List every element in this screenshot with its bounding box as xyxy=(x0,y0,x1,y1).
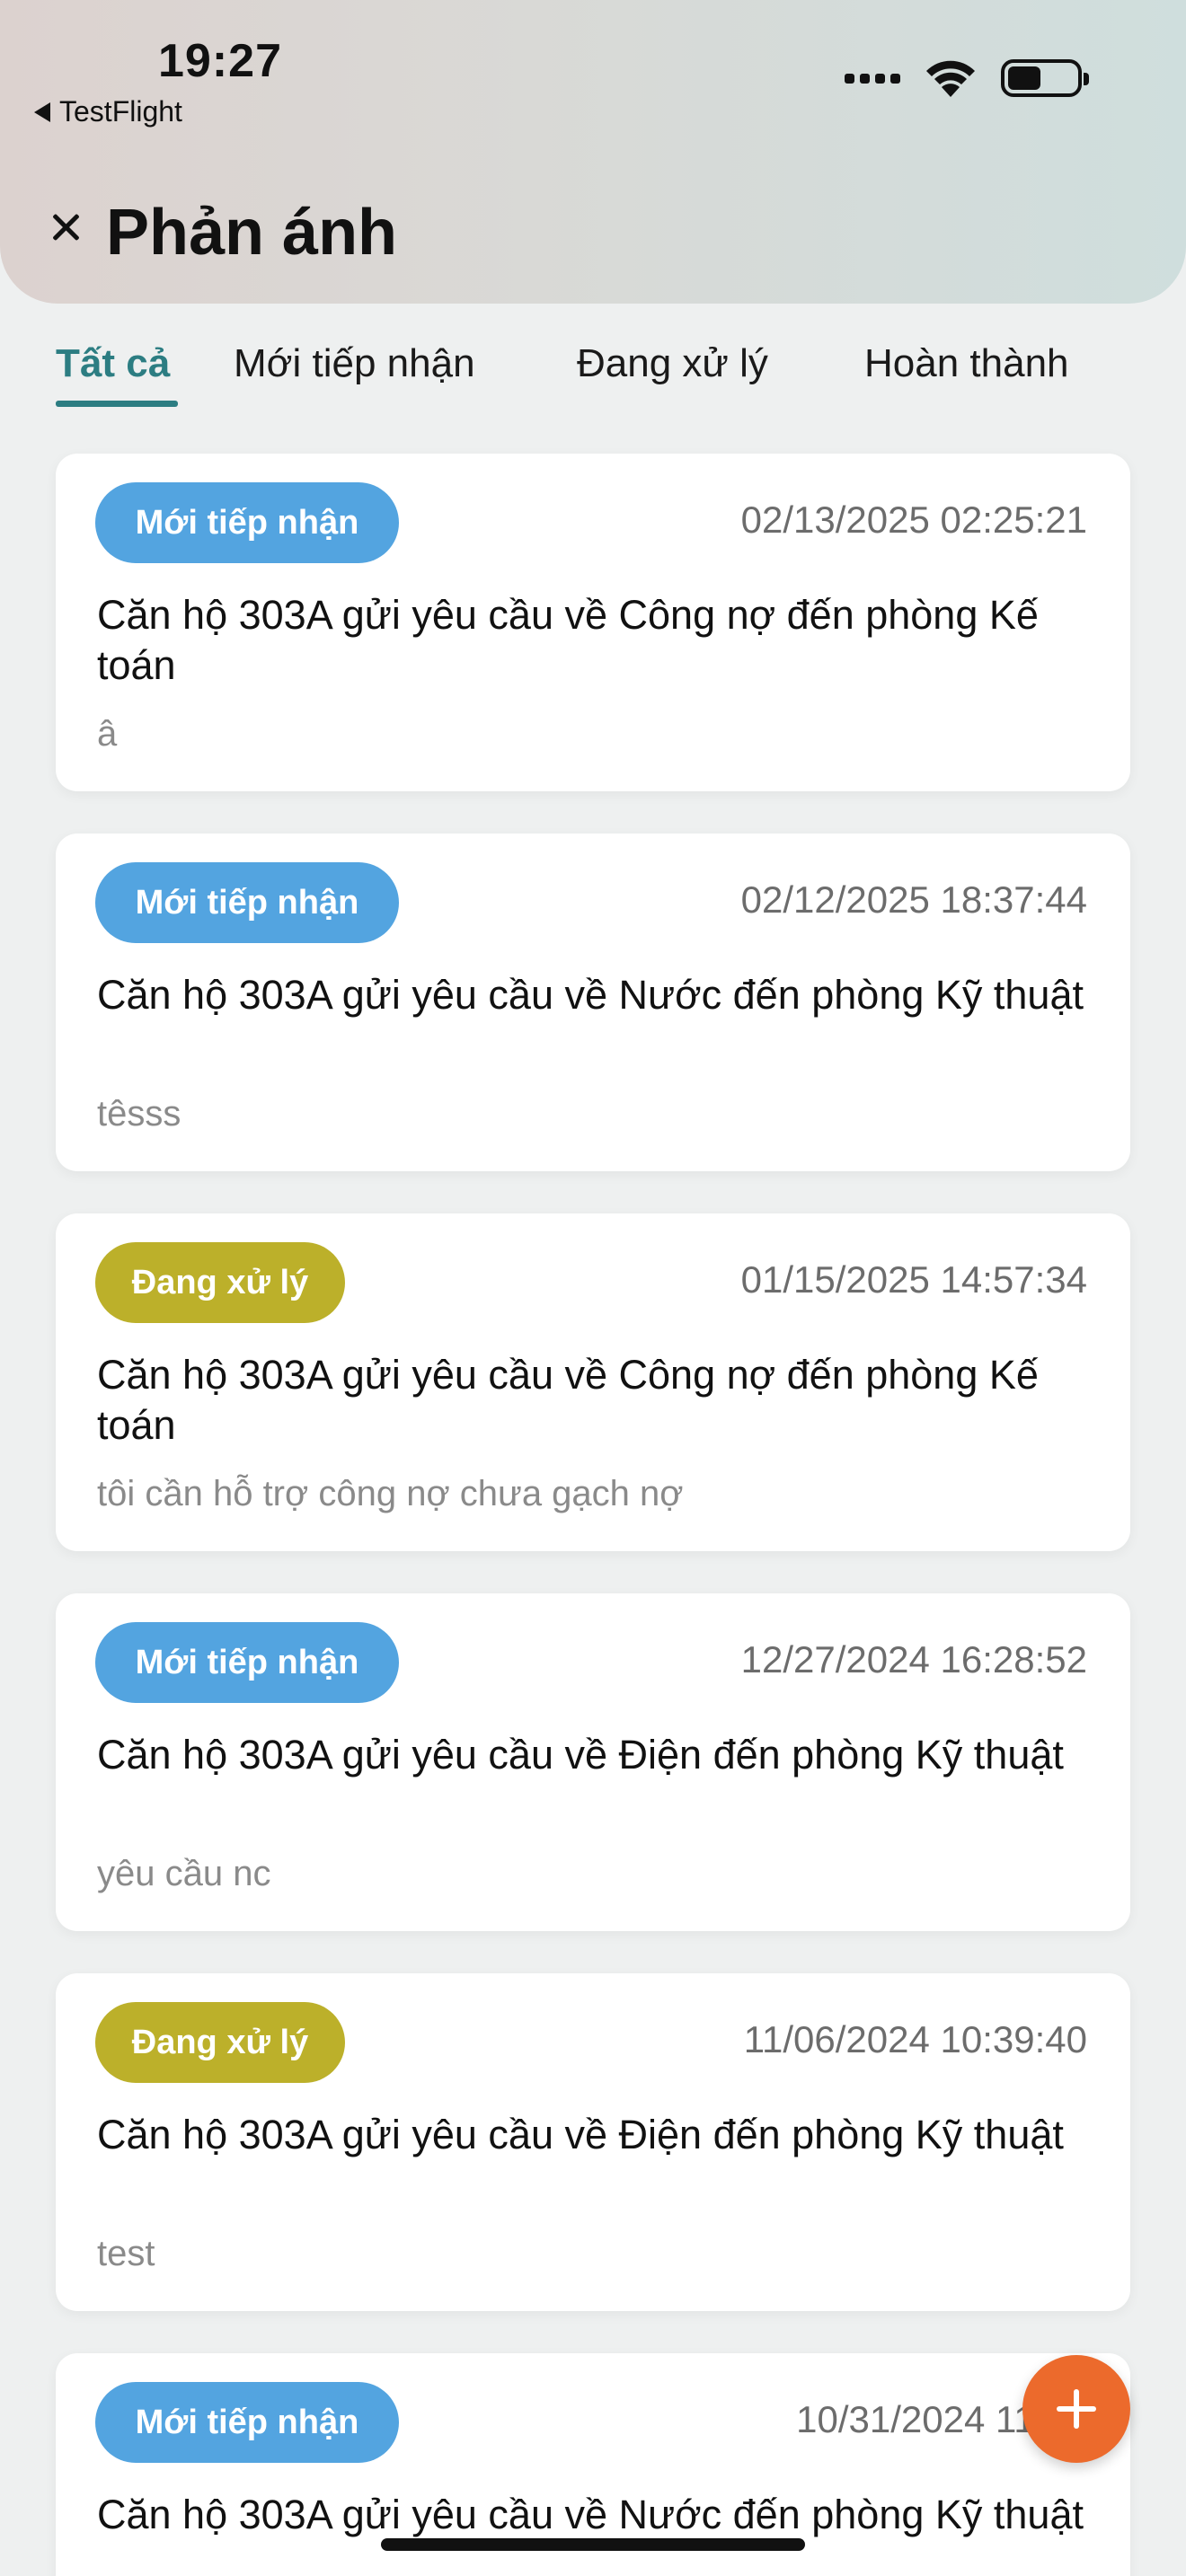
request-card[interactable]: Đang xử lý 11/06/2024 10:39:40 Căn hộ 30… xyxy=(56,1973,1130,2311)
request-card[interactable]: Đang xử lý 01/15/2025 14:57:34 Căn hộ 30… xyxy=(56,1213,1130,1551)
header: 19:27 TestFlight Phản ánh xyxy=(0,0,1186,304)
request-card[interactable]: Mới tiếp nhận 02/12/2025 18:37:44 Căn hộ… xyxy=(56,834,1130,1171)
request-title: Căn hộ 303A gửi yêu cầu về Công nợ đến p… xyxy=(97,592,1039,688)
request-title: Căn hộ 303A gửi yêu cầu về Điện đến phòn… xyxy=(97,2112,1064,2157)
request-description: tôi cần hỗ trợ công nợ chưa gạch nợ xyxy=(97,1474,684,1513)
request-title: Căn hộ 303A gửi yêu cầu về Nước đến phòn… xyxy=(97,972,1084,1018)
battery-icon xyxy=(1001,59,1089,97)
request-title: Căn hộ 303A gửi yêu cầu về Nước đến phòn… xyxy=(97,2492,1084,2537)
request-title: Căn hộ 303A gửi yêu cầu về Công nợ đến p… xyxy=(97,1352,1039,1448)
status-time: 19:27 xyxy=(158,35,282,87)
status-badge: Mới tiếp nhận xyxy=(95,2382,399,2463)
request-card[interactable]: Mới tiếp nhận 12/27/2024 16:28:52 Căn hộ… xyxy=(56,1593,1130,1931)
back-arrow-icon xyxy=(34,101,50,122)
tab-completed[interactable]: Hoàn thành xyxy=(864,341,1069,386)
status-badge: Mới tiếp nhận xyxy=(95,862,399,943)
request-description: test xyxy=(97,2234,155,2273)
tab-new[interactable]: Mới tiếp nhận xyxy=(234,341,475,386)
request-datetime: 02/12/2025 18:37:44 xyxy=(740,878,1087,921)
tab-all[interactable]: Tất cả xyxy=(56,341,170,386)
request-datetime: 02/13/2025 02:25:21 xyxy=(740,498,1087,541)
request-datetime: 12/27/2024 16:28:52 xyxy=(740,1638,1087,1681)
tab-processing[interactable]: Đang xử lý xyxy=(577,341,768,386)
page-title: Phản ánh xyxy=(106,197,398,269)
cellular-signal-icon xyxy=(845,73,900,84)
back-to-testflight-link[interactable]: TestFlight xyxy=(34,95,182,128)
status-badge: Mới tiếp nhận xyxy=(95,1622,399,1703)
status-icons xyxy=(845,57,1089,99)
home-indicator[interactable] xyxy=(381,2538,805,2551)
request-description: â xyxy=(97,714,118,754)
request-card[interactable]: Mới tiếp nhận 02/13/2025 02:25:21 Căn hộ… xyxy=(56,454,1130,791)
status-badge: Đang xử lý xyxy=(95,1242,345,1323)
status-tabs: Tất cả Mới tiếp nhận Đang xử lý Hoàn thà… xyxy=(0,334,1186,415)
status-badge: Đang xử lý xyxy=(95,2002,345,2083)
status-badge: Mới tiếp nhận xyxy=(95,482,399,563)
screen: 19:27 TestFlight Phản ánh Tất cả Mới tiế… xyxy=(0,0,1186,2576)
request-description: yêu cầu nc xyxy=(97,1854,271,1893)
request-datetime: 11/06/2024 10:39:40 xyxy=(743,2018,1087,2060)
add-request-button[interactable] xyxy=(1022,2355,1130,2463)
wifi-icon xyxy=(926,60,975,97)
close-icon[interactable] xyxy=(47,208,84,246)
request-datetime: 01/15/2025 14:57:34 xyxy=(740,1258,1087,1301)
active-tab-indicator xyxy=(56,401,178,407)
request-title: Căn hộ 303A gửi yêu cầu về Điện đến phòn… xyxy=(97,1732,1064,1778)
back-app-label: TestFlight xyxy=(59,95,182,128)
request-description: têsss xyxy=(97,1094,181,1134)
